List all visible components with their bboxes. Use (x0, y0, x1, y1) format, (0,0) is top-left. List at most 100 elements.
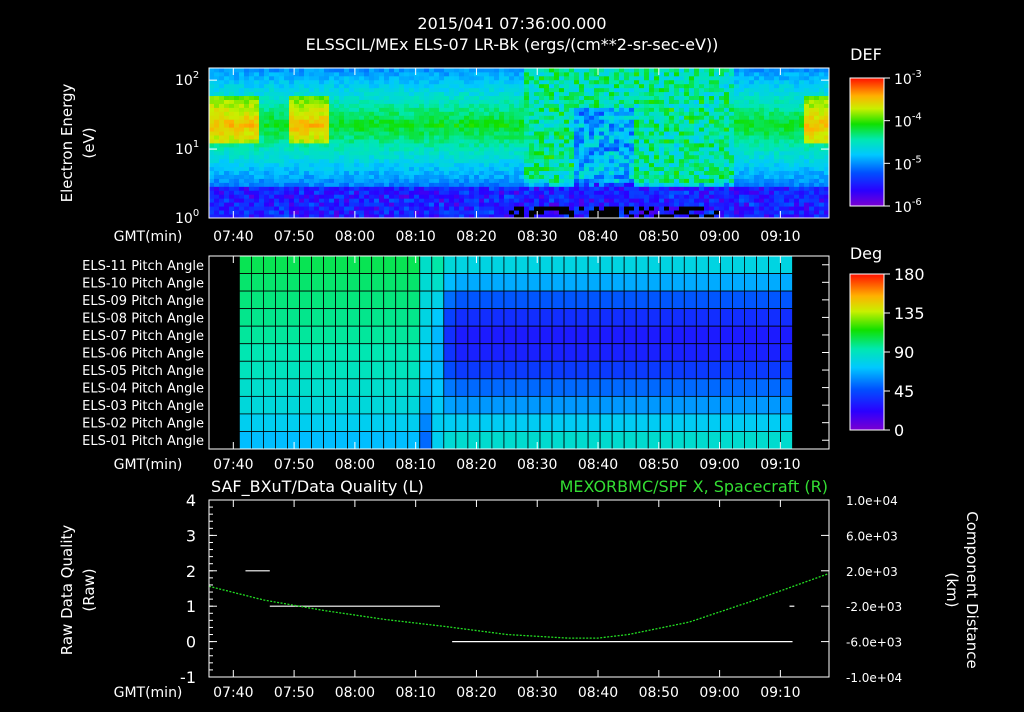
spectrogram-cell (604, 115, 609, 119)
spectrogram-cell (614, 171, 619, 175)
spectrogram-cell (759, 119, 764, 123)
spectrogram-cell (549, 139, 554, 143)
spectrogram-cell (764, 159, 769, 163)
spectrogram-cell (449, 198, 454, 202)
spectrogram-cell (314, 175, 319, 179)
spectrogram-cell (294, 147, 299, 151)
spectrogram-cell (434, 127, 439, 131)
spectrogram-cell (744, 127, 749, 131)
spectrogram-cell (544, 127, 549, 131)
spectrogram-cell (714, 190, 719, 194)
spectrogram-cell (629, 127, 634, 131)
spectrogram-cell (284, 88, 289, 92)
spectrogram-cell (464, 119, 469, 123)
spectrogram-cell (644, 68, 649, 72)
spectrogram-cell (374, 167, 379, 171)
spectrogram-cell (719, 155, 724, 159)
spectrogram-cell (304, 115, 309, 119)
spectrogram-cell (499, 159, 504, 163)
spectrogram-cell (379, 210, 384, 214)
spectrogram-cell (479, 88, 484, 92)
spectrogram-cell (499, 194, 504, 198)
spectrogram-cell (604, 92, 609, 96)
spectrogram-cell (219, 107, 224, 111)
spectrogram-cell (484, 186, 489, 190)
spectrogram-cell (534, 194, 539, 198)
spectrogram-cell (389, 198, 394, 202)
pitch-angle-cell (420, 256, 432, 274)
spectrogram-cell (729, 107, 734, 111)
spectrogram-cell (604, 80, 609, 84)
spectrogram-cell (569, 194, 574, 198)
spectrogram-cell (314, 139, 319, 143)
spectrogram-cell (649, 202, 654, 206)
spectrogram-cell (414, 194, 419, 198)
spectrogram-cell (319, 123, 324, 127)
spectrogram-cell (324, 202, 329, 206)
spectrogram-cell (769, 96, 774, 100)
spectrogram-cell (599, 171, 604, 175)
spectrogram-cell (744, 147, 749, 151)
spectrogram-cell (714, 76, 719, 80)
spectrogram-cell (709, 88, 714, 92)
spectrogram-cell (644, 171, 649, 175)
spectrogram-cell (319, 190, 324, 194)
spectrogram-cell (344, 147, 349, 151)
spectrogram-cell (264, 107, 269, 111)
spectrogram-cell (469, 171, 474, 175)
spectrogram-cell (554, 143, 559, 147)
spectrogram-cell (679, 100, 684, 104)
spectrogram-cell (374, 147, 379, 151)
spectrogram-cell (514, 92, 519, 96)
spectrogram-cell (474, 80, 479, 84)
spectrogram-cell (589, 179, 594, 183)
spectrogram-cell (344, 76, 349, 80)
pitch-angle-cell (287, 396, 299, 414)
spectrogram-cell (594, 190, 599, 194)
spectrogram-cell (349, 88, 354, 92)
spectrogram-cell (719, 96, 724, 100)
spectrogram-cell (439, 123, 444, 127)
spectrogram-cell (529, 123, 534, 127)
spectrogram-cell (279, 198, 284, 202)
spectrogram-cell (339, 139, 344, 143)
spectrogram-cell (709, 163, 714, 167)
spectrogram-cell (329, 147, 334, 151)
spectrogram-cell (214, 198, 219, 202)
spectrogram-cell (254, 92, 259, 96)
spectrogram-cell (799, 159, 804, 163)
spectrogram-cell (809, 155, 814, 159)
spectrogram-cell (494, 143, 499, 147)
spectrogram-cell (264, 171, 269, 175)
spectrogram-cell (644, 155, 649, 159)
spectrogram-cell (499, 123, 504, 127)
spectrogram-cell (464, 115, 469, 119)
spectrogram-cell (449, 100, 454, 104)
spectrogram-cell (259, 139, 264, 143)
spectrogram-cell (374, 202, 379, 206)
spectrogram-cell (294, 76, 299, 80)
spectrogram-cell (624, 80, 629, 84)
spectrogram-cell (449, 135, 454, 139)
spectrogram-cell (304, 92, 309, 96)
spectrogram-cell (324, 151, 329, 155)
spectrogram-cell (299, 80, 304, 84)
spectrogram-cell (624, 104, 629, 108)
spectrogram-cell (609, 76, 614, 80)
spectrogram-cell (694, 80, 699, 84)
spectrogram-cell (564, 194, 569, 198)
spectrogram-cell (494, 92, 499, 96)
spectrogram-cell (574, 182, 579, 186)
spectrogram-cell (534, 139, 539, 143)
spectrogram-cell (614, 139, 619, 143)
spectrogram-cell (469, 135, 474, 139)
spectrogram-cell (599, 159, 604, 163)
spectrogram-cell (379, 72, 384, 76)
spectrogram-cell (249, 210, 254, 214)
spectrogram-cell (269, 72, 274, 76)
spectrogram-cell (314, 135, 319, 139)
spectrogram-cell (749, 147, 754, 151)
spectrogram-cell (739, 198, 744, 202)
spectrogram-cell (634, 123, 639, 127)
spectrogram-cell (639, 115, 644, 119)
